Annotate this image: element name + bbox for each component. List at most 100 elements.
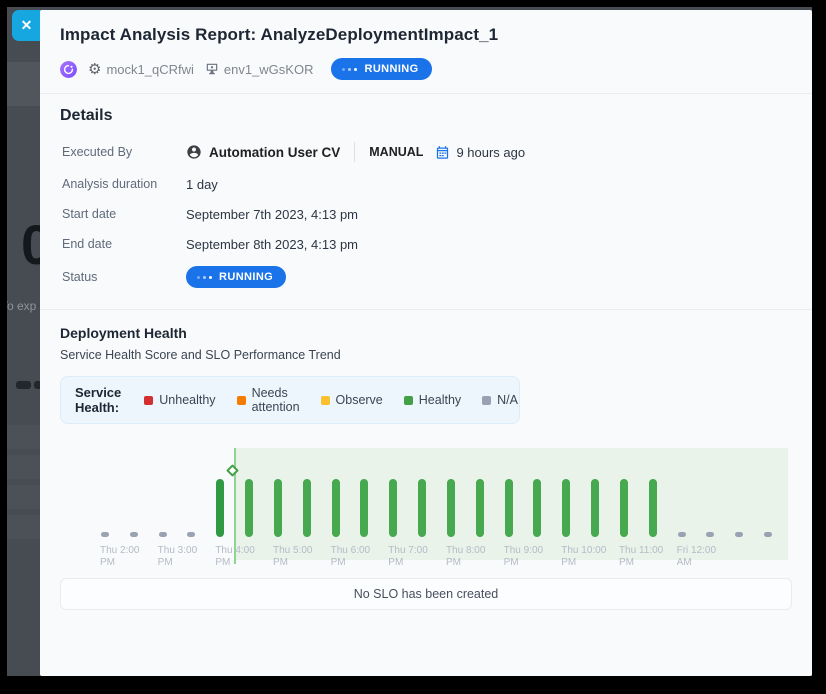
details-heading: Details bbox=[60, 107, 792, 125]
legend-swatch-icon bbox=[237, 396, 246, 405]
page-title: Impact Analysis Report: AnalyzeDeploymen… bbox=[60, 25, 792, 45]
executed-time-text: 9 hours ago bbox=[456, 145, 525, 160]
legend-item-label: Needs attention bbox=[252, 386, 300, 414]
health-bar[interactable] bbox=[187, 532, 195, 537]
x-axis-tick: Thu 6:00PM bbox=[331, 545, 370, 569]
detail-label: Executed By bbox=[62, 145, 186, 159]
detail-row-status: Status RUNNING bbox=[60, 259, 792, 295]
service-health-legend: Service Health: Unhealthy Needs attention… bbox=[60, 376, 520, 424]
legend-item: Observe bbox=[321, 393, 383, 407]
health-bar[interactable] bbox=[418, 479, 426, 537]
background-bar-fragment bbox=[16, 381, 31, 389]
status-badge-label: RUNNING bbox=[219, 271, 273, 283]
status-badge: RUNNING bbox=[186, 266, 286, 288]
automation-link[interactable]: ⚙ mock1_qCRfwi bbox=[88, 62, 194, 77]
detail-label: End date bbox=[62, 237, 186, 251]
health-bar[interactable] bbox=[476, 479, 484, 537]
x-axis-tick: Thu 2:00PM bbox=[100, 545, 139, 569]
health-bar[interactable] bbox=[216, 479, 224, 537]
health-bar-chart: Thu 2:00PM Thu 3:00PM Thu 4:00PM Thu 5:00PM… bbox=[60, 432, 790, 572]
calendar-icon bbox=[435, 145, 450, 160]
executed-by-user: Automation User CV bbox=[186, 144, 340, 160]
detail-value: 1 day bbox=[186, 177, 218, 192]
health-bar[interactable] bbox=[678, 532, 686, 537]
status-badge-label: RUNNING bbox=[364, 63, 418, 75]
legend-item: Unhealthy bbox=[144, 393, 215, 407]
detail-label: Status bbox=[62, 270, 186, 284]
legend-swatch-icon bbox=[144, 396, 153, 405]
slo-empty-state: No SLO has been created bbox=[60, 578, 792, 610]
legend-item-label: Unhealthy bbox=[159, 393, 215, 407]
health-bar[interactable] bbox=[706, 532, 714, 537]
deployment-health-heading: Deployment Health bbox=[60, 325, 792, 341]
close-button[interactable]: ✕ bbox=[12, 10, 41, 41]
legend-item: Healthy bbox=[404, 393, 461, 407]
health-bar[interactable] bbox=[620, 479, 628, 537]
legend-title: Service Health: bbox=[75, 385, 121, 415]
detail-value: RUNNING bbox=[186, 266, 286, 288]
environment-link[interactable]: env1_wGsKOR bbox=[205, 62, 314, 77]
slo-empty-message: No SLO has been created bbox=[354, 587, 499, 601]
details-section: Details Executed By Automation User CV M… bbox=[40, 94, 812, 310]
detail-label: Start date bbox=[62, 207, 186, 221]
report-meta-row: ⚙ mock1_qCRfwi env1_wGsKOR RUNNING bbox=[60, 58, 792, 80]
legend-item: N/A bbox=[482, 393, 518, 407]
trigger-type: MANUAL bbox=[369, 145, 423, 159]
report-avatar-icon bbox=[60, 61, 77, 78]
x-axis-tick: Thu 11:00PM bbox=[619, 545, 663, 569]
health-bar[interactable] bbox=[274, 479, 282, 537]
legend-swatch-icon bbox=[482, 396, 491, 405]
detail-row-end-date: End date September 8th 2023, 4:13 pm bbox=[60, 229, 792, 259]
health-bar[interactable] bbox=[245, 479, 253, 537]
environment-name: env1_wGsKOR bbox=[224, 62, 314, 77]
x-axis-tick: Thu 4:00PM bbox=[215, 545, 254, 569]
legend-item: Needs attention bbox=[237, 386, 300, 414]
detail-value: September 7th 2023, 4:13 pm bbox=[186, 207, 358, 222]
chart-subtitle: Service Health Score and SLO Performance… bbox=[60, 348, 792, 362]
health-bar[interactable] bbox=[332, 479, 340, 537]
health-bar[interactable] bbox=[101, 532, 109, 537]
environment-icon bbox=[205, 62, 219, 76]
executed-by-name: Automation User CV bbox=[209, 145, 340, 160]
modal-header: Impact Analysis Report: AnalyzeDeploymen… bbox=[40, 10, 812, 94]
health-bar[interactable] bbox=[389, 479, 397, 537]
health-bar[interactable] bbox=[591, 479, 599, 537]
health-bar[interactable] bbox=[533, 479, 541, 537]
impact-analysis-report-modal: Impact Analysis Report: AnalyzeDeploymen… bbox=[40, 10, 812, 676]
status-badge: RUNNING bbox=[331, 58, 431, 80]
executed-time: 9 hours ago bbox=[435, 145, 525, 160]
background-hint-text: To exp bbox=[7, 299, 36, 313]
legend-swatch-icon bbox=[321, 396, 330, 405]
detail-value: September 8th 2023, 4:13 pm bbox=[186, 237, 358, 252]
detail-row-analysis-duration: Analysis duration 1 day bbox=[60, 169, 792, 199]
health-bar[interactable] bbox=[303, 479, 311, 537]
health-bar[interactable] bbox=[447, 479, 455, 537]
x-axis-tick: Thu 10:00PM bbox=[561, 545, 606, 569]
health-bar[interactable] bbox=[159, 532, 167, 537]
health-bar[interactable] bbox=[562, 479, 570, 537]
x-axis-tick: Thu 5:00PM bbox=[273, 545, 312, 569]
health-bar[interactable] bbox=[360, 479, 368, 537]
detail-label: Analysis duration bbox=[62, 177, 186, 191]
legend-item-label: Observe bbox=[336, 393, 383, 407]
health-bar[interactable] bbox=[764, 532, 772, 537]
detail-row-executed-by: Executed By Automation User CV MANUAL 9 … bbox=[60, 135, 792, 169]
x-axis-tick: Fri 12:00AM bbox=[677, 545, 716, 569]
health-bar[interactable] bbox=[505, 479, 513, 537]
deployment-health-section: Deployment Health Service Health Score a… bbox=[40, 310, 812, 610]
running-dots-icon bbox=[342, 68, 357, 71]
x-axis-tick: Thu 8:00PM bbox=[446, 545, 485, 569]
health-bar[interactable] bbox=[649, 479, 657, 537]
automation-name: mock1_qCRfwi bbox=[106, 62, 193, 77]
close-icon: ✕ bbox=[21, 17, 33, 34]
vertical-divider bbox=[354, 142, 355, 162]
health-bar[interactable] bbox=[735, 532, 743, 537]
detail-row-start-date: Start date September 7th 2023, 4:13 pm bbox=[60, 199, 792, 229]
health-bar[interactable] bbox=[130, 532, 138, 537]
legend-swatch-icon bbox=[404, 396, 413, 405]
x-axis-tick: Thu 3:00PM bbox=[158, 545, 197, 569]
x-axis-tick: Thu 7:00PM bbox=[388, 545, 427, 569]
gear-icon: ⚙ bbox=[88, 62, 101, 77]
legend-item-label: Healthy bbox=[419, 393, 461, 407]
user-avatar-icon bbox=[186, 144, 202, 160]
